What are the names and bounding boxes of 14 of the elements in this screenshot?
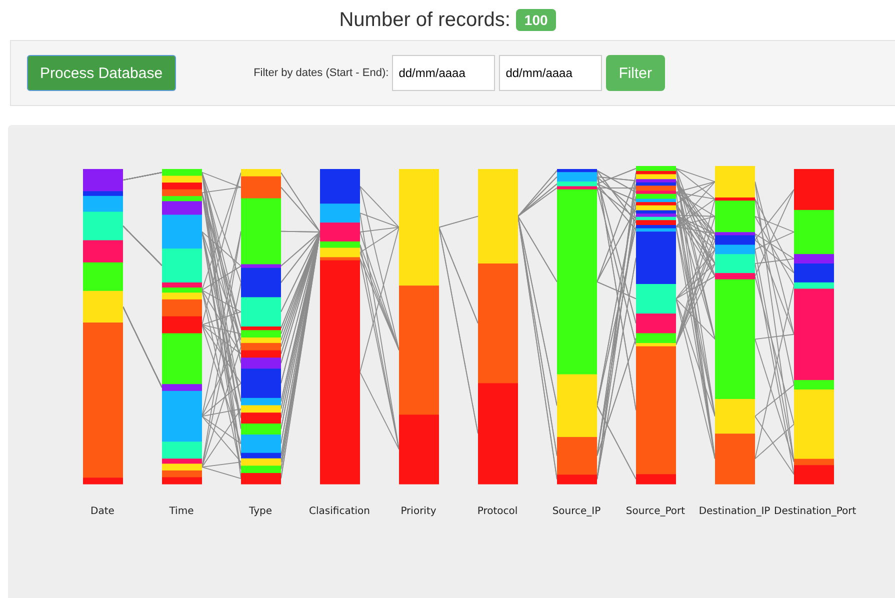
axis-label: Source_Port	[624, 506, 686, 517]
axis-label: Clasification	[308, 506, 371, 517]
axis-label: Time	[168, 506, 195, 517]
axis-label: Priority	[400, 506, 438, 517]
start-date-field[interactable]: dd/mm/aaaa	[392, 55, 495, 91]
records-title: Number of records:	[339, 8, 510, 32]
axis-label: Type	[248, 506, 273, 517]
axis-label: Destination_IP	[698, 506, 772, 517]
record-count: 100	[516, 9, 556, 31]
end-date-field[interactable]: dd/mm/aaaa	[498, 55, 602, 91]
axis-label: Date	[90, 506, 116, 517]
filter-label: Filter by dates (Start - End):	[254, 67, 389, 79]
axis-label: Source_IP	[551, 506, 602, 517]
axis-label: Protocol	[476, 506, 519, 517]
